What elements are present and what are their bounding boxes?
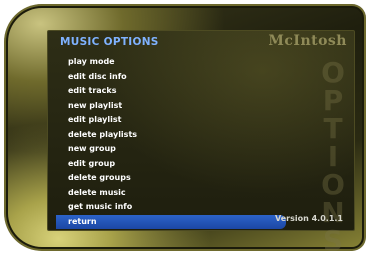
watermark-letter: I	[327, 140, 339, 173]
page-title: MUSIC OPTIONS	[60, 36, 159, 48]
watermark-letter: T	[323, 112, 343, 145]
menu-item-edit-group[interactable]: edit group	[56, 157, 286, 172]
options-screen: MUSIC OPTIONS McIntosh O P T I O N S pla…	[0, 0, 370, 255]
menu-item-return[interactable]: return	[56, 214, 286, 229]
menu-item-edit-playlist[interactable]: edit playlist	[56, 113, 286, 128]
menu-item-play-mode[interactable]: play mode	[56, 55, 286, 70]
menu-item-edit-disc-info[interactable]: edit disc info	[56, 70, 286, 85]
menu-item-edit-tracks[interactable]: edit tracks	[56, 84, 286, 99]
options-menu: play mode edit disc info edit tracks new…	[56, 55, 286, 229]
menu-item-delete-groups[interactable]: delete groups	[56, 171, 286, 186]
menu-item-new-group[interactable]: new group	[56, 142, 286, 157]
menu-item-new-playlist[interactable]: new playlist	[56, 99, 286, 114]
version-label: Version 4.0.1.1	[275, 214, 343, 223]
options-watermark: O P T I O N S	[318, 56, 348, 255]
menu-item-delete-music[interactable]: delete music	[56, 186, 286, 201]
watermark-letter: O	[321, 56, 345, 89]
menu-item-delete-playlists[interactable]: delete playlists	[56, 128, 286, 143]
menu-item-get-music-info[interactable]: get music info	[56, 200, 286, 215]
watermark-letter: S	[322, 224, 344, 255]
options-panel: MUSIC OPTIONS McIntosh O P T I O N S pla…	[47, 30, 355, 255]
watermark-letter: O	[321, 168, 345, 201]
watermark-letter: P	[322, 84, 344, 117]
mcintosh-logo: McIntosh	[268, 33, 347, 49]
